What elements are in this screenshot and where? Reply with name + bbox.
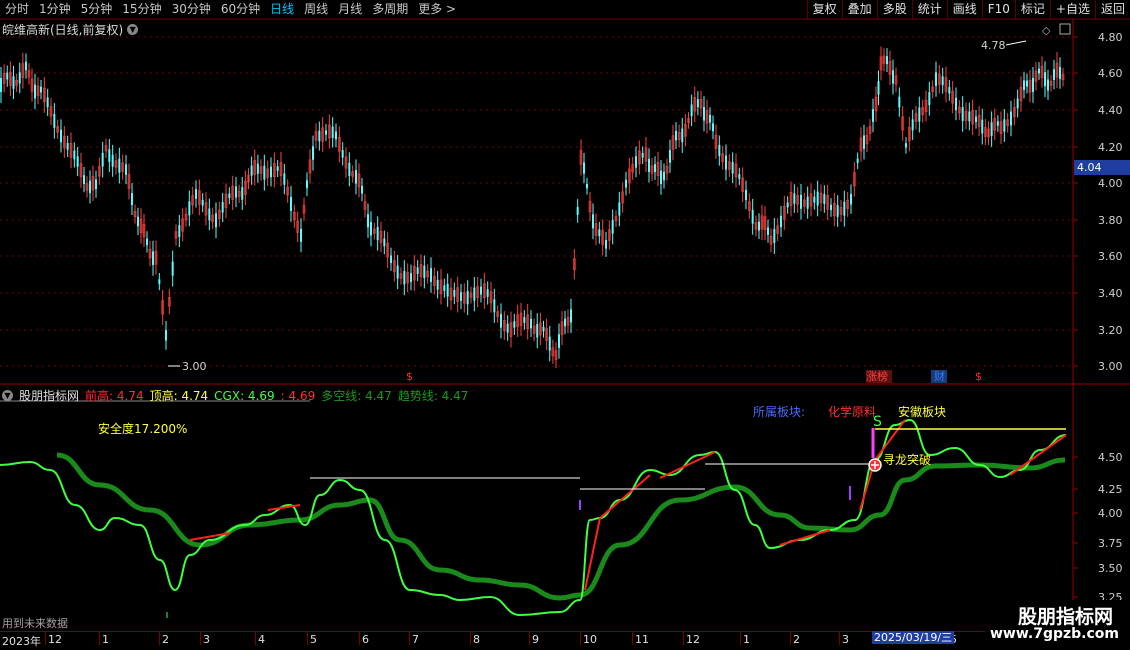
time-label-10: 9	[532, 633, 539, 646]
indicator-axis-label: 3.50	[1098, 562, 1123, 575]
red-segment-5	[779, 529, 831, 546]
legend-item-0: 前高: 4.74	[85, 389, 144, 403]
price-axis-label: 3.00	[1098, 360, 1123, 373]
legend-item-2: CGX: 4.69	[214, 389, 275, 403]
time-label-0: 2023年	[2, 635, 41, 648]
watermark-url: www.7gpzb.com	[990, 626, 1120, 642]
time-label-7: 6	[362, 633, 369, 646]
indicator-axis-label: 4.00	[1098, 507, 1123, 520]
chart-canvas[interactable]: 4.80 4.60 4.40 4.20 4.00 3.80 3.60 3.40 3.20 3.00…	[0, 0, 1130, 650]
watermark-title: 股朋指标网	[1018, 606, 1114, 628]
signal-label: 寻龙突破	[883, 452, 931, 467]
red-segment-4	[659, 451, 716, 479]
price-axis-label: 3.20	[1098, 324, 1123, 337]
time-label-13: 12	[686, 633, 700, 646]
time-label-11: 10	[583, 633, 597, 646]
event-marker-1: 涨榜	[866, 369, 888, 383]
s-mark: S	[873, 414, 882, 430]
time-label-5: 4	[258, 633, 265, 646]
price-axis-label: 4.80	[1098, 31, 1123, 44]
time-label-1: 12	[48, 633, 62, 646]
event-marker-2: 财	[934, 369, 945, 383]
time-label-2: 1	[102, 633, 109, 646]
layout-icon	[1059, 23, 1071, 35]
event-marker-0: $	[406, 370, 413, 383]
indicator-axis-label: 3.75	[1098, 537, 1123, 550]
sector-label: 所属板块:	[753, 405, 805, 419]
current-price-tag: 4.04	[1074, 160, 1130, 175]
time-label-14: 1	[743, 633, 750, 646]
indicator-axis-label: 4.50	[1098, 451, 1123, 464]
legend-item-4: 多空线: 4.47	[321, 389, 392, 403]
price-axis-label: 3.80	[1098, 214, 1123, 227]
indicator-header: ▼ 股朋指标网 前高: 4.74 顶高: 4.74 CGX: 4.69 : 4.69 多…	[2, 387, 474, 404]
price-axis-label: 3.40	[1098, 287, 1123, 300]
high-annotation: 4.78	[981, 39, 1006, 52]
event-marker-3: $	[975, 370, 982, 383]
legend-item-5: 趋势线: 4.47	[397, 389, 469, 403]
price-axis-label: 4.40	[1098, 104, 1123, 117]
legend-item-1: 顶高: 4.74	[149, 389, 209, 403]
sector-1: 化学原料	[828, 404, 876, 419]
price-axis-label: 4.60	[1098, 67, 1123, 80]
trend-line	[56, 452, 1066, 601]
time-label-3: 2	[162, 633, 169, 646]
low-annotation: 3.00	[182, 360, 207, 373]
indicator-name[interactable]: 股朋指标网	[19, 387, 79, 404]
time-label-8: 7	[412, 633, 419, 646]
chevron-down-icon[interactable]: ▼	[2, 390, 13, 401]
time-label-12: 11	[635, 633, 649, 646]
sector-2: 安徽板块	[898, 404, 946, 419]
legend-item-3: : 4.69	[280, 389, 316, 403]
indicator-axis-label: 4.25	[1098, 483, 1123, 496]
time-label-15: 2	[793, 633, 800, 646]
time-label-16: 3	[842, 633, 849, 646]
future-data-note: 用到未来数据	[2, 617, 68, 630]
time-label-4: 3	[203, 633, 210, 646]
red-segment-3	[599, 474, 651, 519]
indicator-legend: 前高: 4.74 顶高: 4.74 CGX: 4.69 : 4.69 多空线: 4.47…	[85, 387, 474, 404]
price-axis-label: 4.00	[1098, 177, 1123, 190]
safety-label: 安全度17.200%	[98, 421, 187, 436]
time-label-6: 5	[310, 633, 317, 646]
selected-date: 2025/03/19/三	[872, 631, 955, 644]
price-axis-label: 3.60	[1098, 250, 1123, 263]
time-label-9: 8	[473, 633, 480, 646]
diamond-icon: ◇	[1042, 24, 1051, 37]
price-axis-label: 4.20	[1098, 141, 1123, 154]
